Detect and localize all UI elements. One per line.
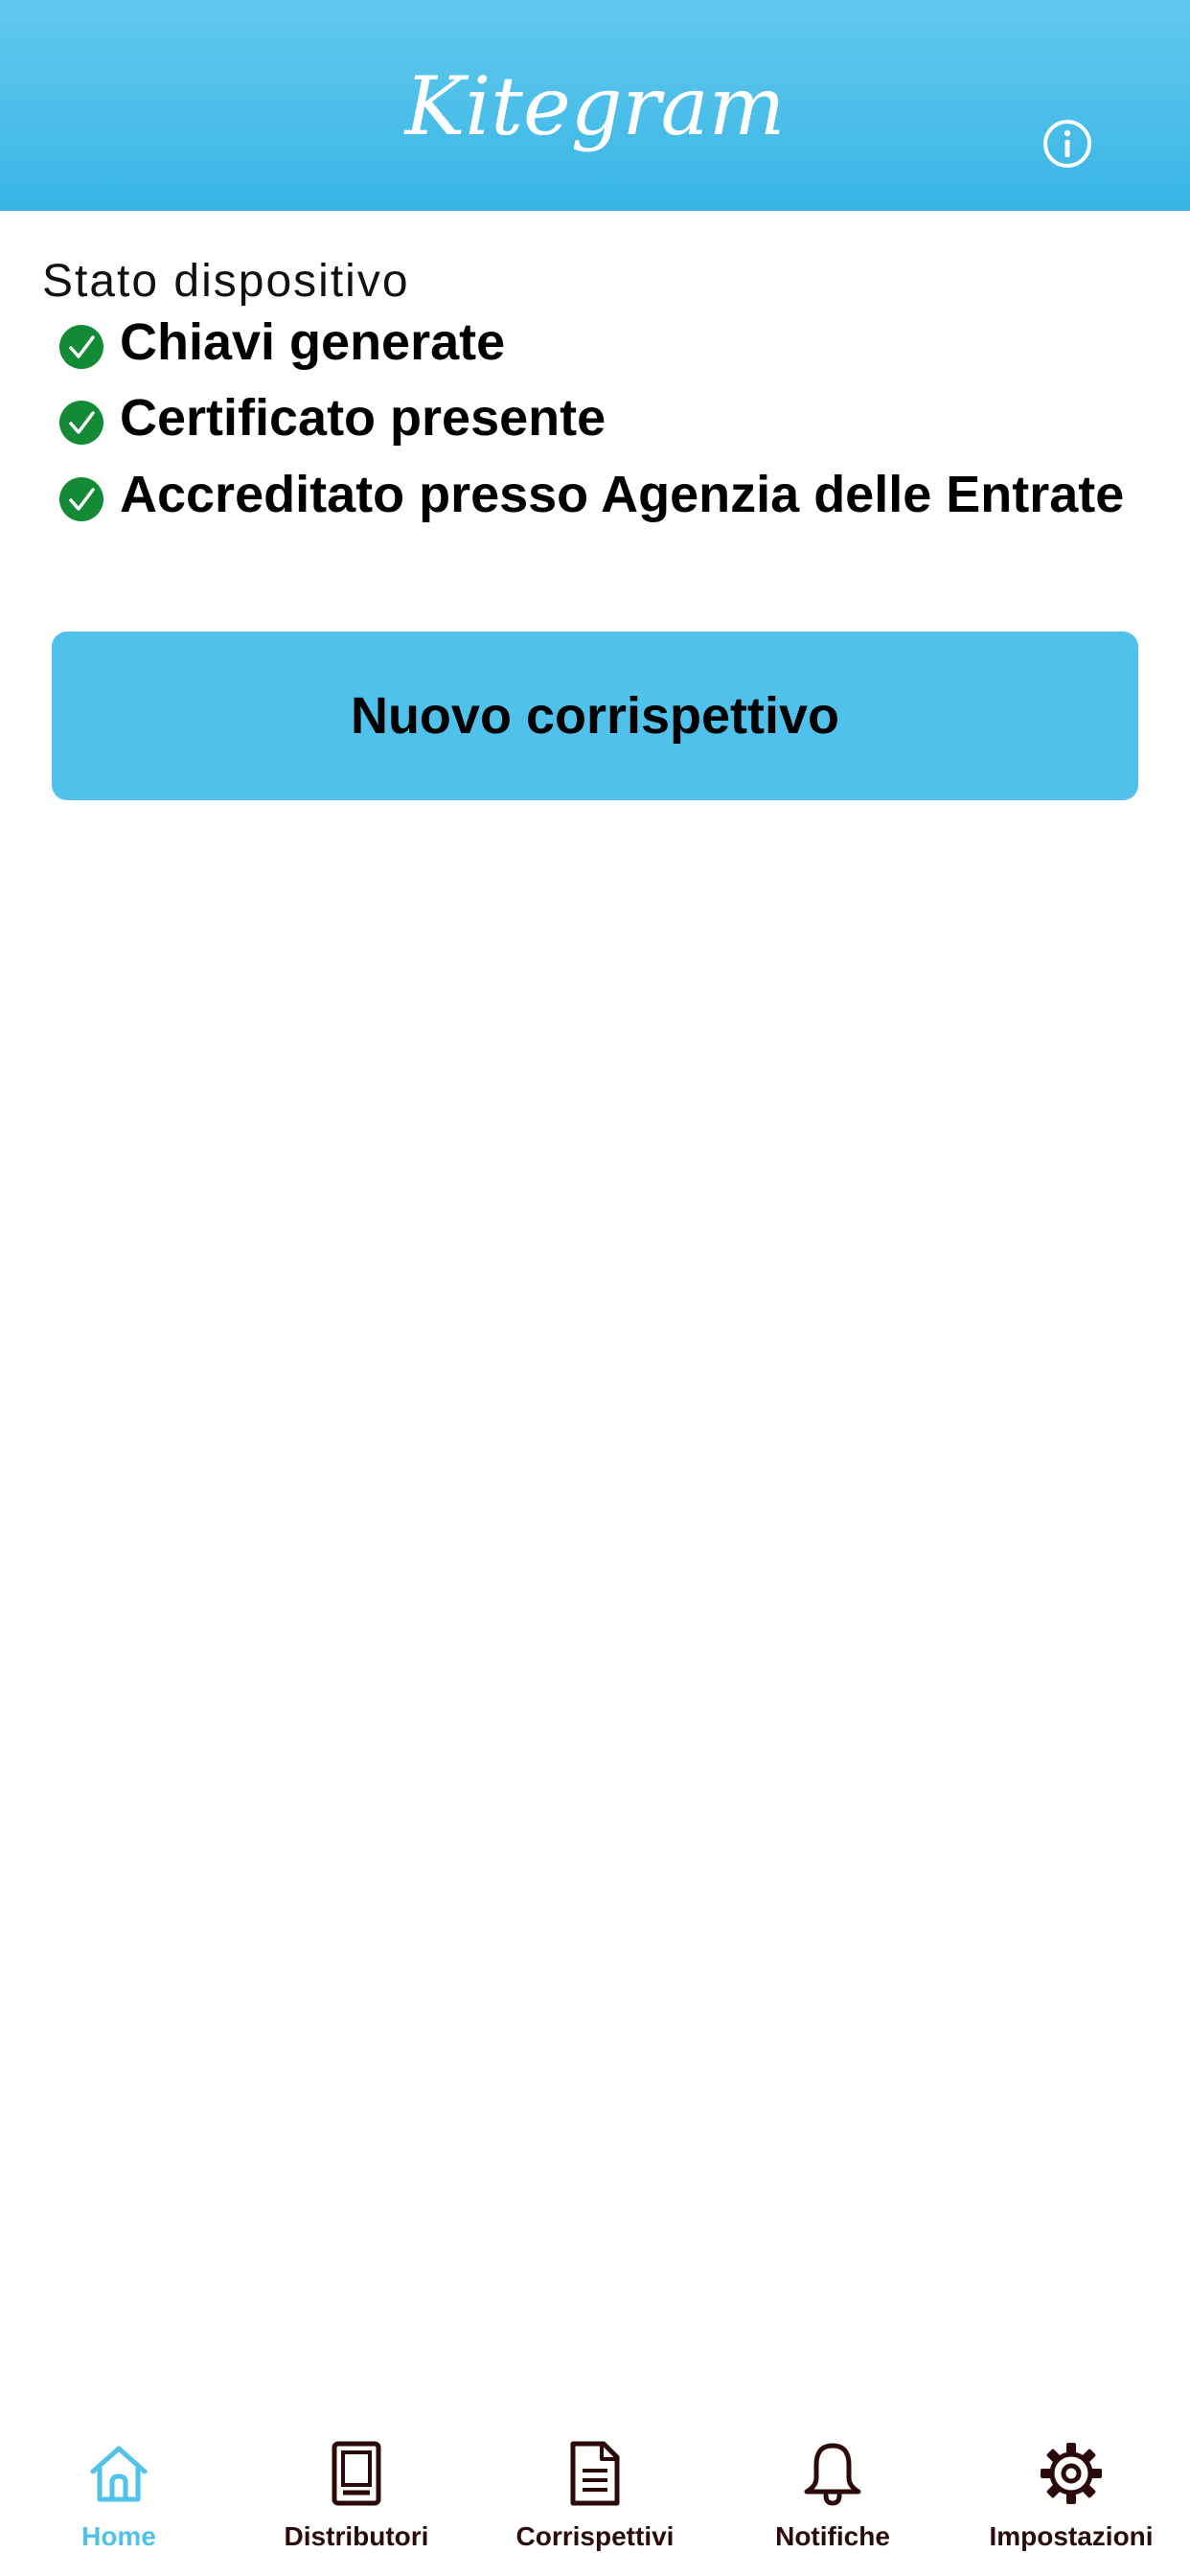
home-icon <box>90 2446 148 2502</box>
tab-impostazioni[interactable]: Impostazioni <box>952 2415 1190 2576</box>
tab-label: Corrispettivi <box>515 2521 675 2551</box>
tab-notifiche[interactable]: Notifiche <box>714 2415 951 2576</box>
device-status-title: Stato dispositivo <box>42 256 410 307</box>
app-header: Kitegram <box>0 0 1190 211</box>
status-item-keys: Chiavi generate <box>59 309 1180 376</box>
check-circle-icon <box>59 477 103 521</box>
bell-icon <box>804 2443 861 2506</box>
tab-corrispettivi[interactable]: Corrispettivi <box>476 2415 714 2576</box>
tab-label: Impostazioni <box>989 2521 1154 2551</box>
tab-label: Distributori <box>284 2521 429 2551</box>
status-item-accredited: Accreditato presso Agenzia delle Entrate <box>59 461 1180 528</box>
document-icon <box>570 2441 620 2506</box>
check-circle-icon <box>59 401 103 445</box>
svg-text:Kitegram: Kitegram <box>403 63 785 153</box>
tab-distributori[interactable]: Distributori <box>238 2415 475 2576</box>
tab-home[interactable]: Home <box>0 2415 238 2576</box>
info-icon[interactable] <box>1041 117 1094 171</box>
new-receipt-button[interactable]: Nuovo corrispettivo <box>52 632 1138 800</box>
status-item-label: Accreditato presso Agenzia delle Entrate <box>120 466 1125 523</box>
tab-label: Notifiche <box>775 2521 890 2551</box>
status-item-label: Chiavi generate <box>120 313 506 371</box>
gear-icon <box>1041 2443 1102 2504</box>
tab-label: Home <box>81 2521 156 2551</box>
kitegram-logo: Kitegram <box>403 63 785 153</box>
device-icon <box>332 2441 381 2506</box>
bottom-tab-bar: Home Distributori Corrispettivi Notifich… <box>0 2415 1190 2576</box>
status-item-certificate: Certificato presente <box>59 384 1180 451</box>
check-circle-icon <box>59 325 103 369</box>
status-item-label: Certificato presente <box>120 389 606 447</box>
